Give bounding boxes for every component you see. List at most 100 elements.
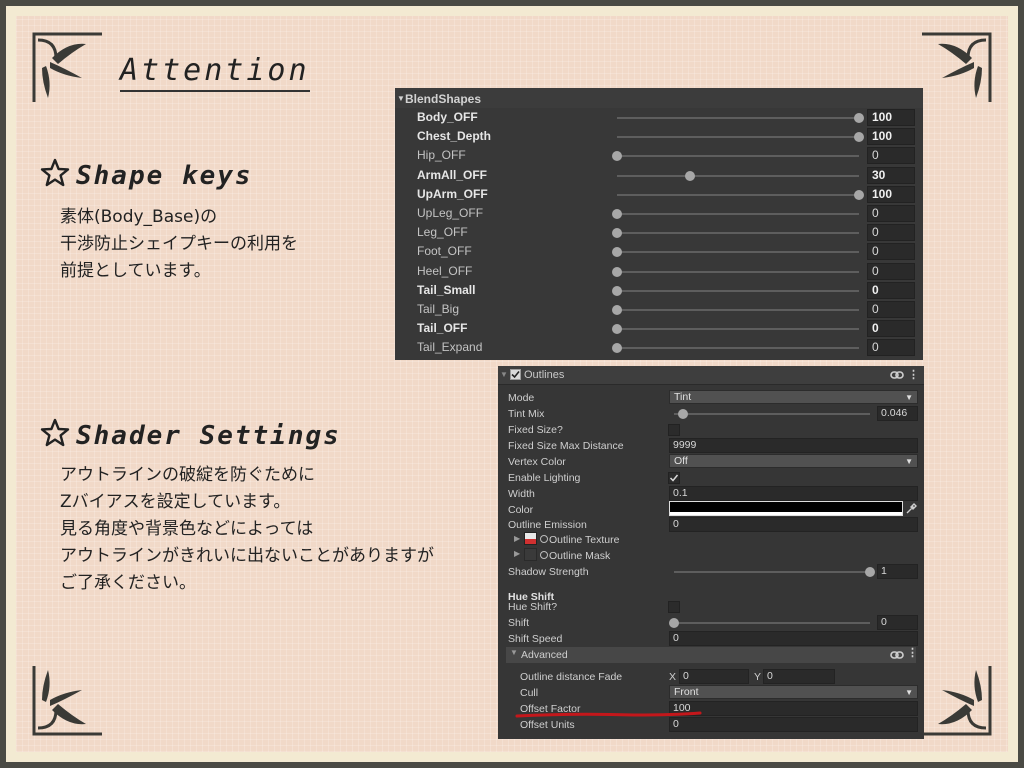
tint-mix-field[interactable]: 0.046 bbox=[877, 406, 918, 421]
tint-mix-slider-track[interactable] bbox=[674, 413, 870, 415]
blendshape-value-field[interactable]: 100 bbox=[867, 185, 915, 203]
blendshape-slider-handle[interactable] bbox=[612, 228, 622, 239]
mask-target-icon[interactable] bbox=[540, 551, 548, 559]
offset-units-field[interactable]: 0 bbox=[669, 717, 918, 732]
link-icon[interactable] bbox=[890, 650, 904, 660]
fixed-size-max-field[interactable]: 9999 bbox=[669, 438, 918, 453]
blendshape-value-field[interactable]: 0 bbox=[867, 262, 915, 280]
blendshape-slider-handle[interactable] bbox=[612, 324, 622, 335]
blendshape-slider-track[interactable] bbox=[617, 270, 859, 273]
shift-field[interactable]: 0 bbox=[877, 615, 918, 630]
blendshape-value-field[interactable]: 0 bbox=[867, 301, 915, 318]
shadow-strength-slider-handle[interactable] bbox=[865, 567, 875, 577]
blendshape-value-field[interactable]: 0 bbox=[867, 339, 915, 357]
color-swatch[interactable] bbox=[669, 501, 903, 516]
blendshape-slider-handle[interactable] bbox=[854, 189, 864, 200]
blendshape-row: Foot_OFF 0 bbox=[395, 242, 923, 261]
blendshape-slider-handle[interactable] bbox=[612, 247, 622, 258]
advanced-header[interactable]: ▼ Advanced ⋮ bbox=[506, 646, 918, 663]
blendshape-slider-handle[interactable] bbox=[684, 170, 695, 181]
fade-x-field[interactable]: 0 bbox=[679, 669, 749, 684]
blendshape-value: 0 bbox=[872, 206, 879, 220]
outline-emission-label: Outline Emission bbox=[508, 519, 587, 531]
blendshape-value-field[interactable]: 100 bbox=[867, 109, 915, 126]
width-field[interactable]: 0.1 bbox=[669, 486, 918, 501]
blendshape-value-field[interactable]: 0 bbox=[867, 147, 915, 165]
blendshape-value-field[interactable]: 0 bbox=[867, 243, 915, 261]
blendshape-slider-track[interactable] bbox=[617, 347, 859, 350]
shift-slider-handle[interactable] bbox=[669, 618, 679, 628]
offset-factor-field[interactable]: 100 bbox=[669, 701, 918, 716]
shape-keys-heading-text: Shape keys bbox=[76, 161, 253, 191]
blendshape-slider-track[interactable] bbox=[617, 155, 859, 158]
blendshape-slider-track[interactable] bbox=[617, 328, 859, 331]
outlines-enabled-checkbox[interactable] bbox=[510, 369, 521, 380]
fade-x-label: X bbox=[669, 671, 677, 683]
texture-target-icon[interactable] bbox=[540, 535, 548, 543]
blendshape-label: Tail_Big bbox=[417, 302, 460, 316]
blendshape-slider-track[interactable] bbox=[617, 213, 859, 215]
blendshape-slider-track[interactable] bbox=[617, 232, 859, 235]
corner-ornament-bottom-left bbox=[32, 666, 102, 736]
mode-dropdown[interactable]: Tint ▼ bbox=[669, 390, 918, 404]
blendshape-slider-handle[interactable] bbox=[612, 343, 622, 354]
cull-label: Cull bbox=[520, 687, 539, 699]
blendshape-slider-handle[interactable] bbox=[612, 305, 622, 315]
blendshape-slider-track[interactable] bbox=[617, 117, 859, 119]
blendshape-value-field[interactable]: 0 bbox=[867, 320, 915, 338]
cull-dropdown[interactable]: Front ▼ bbox=[669, 685, 918, 699]
foldout-arrow-icon[interactable]: ▶ bbox=[514, 534, 520, 543]
blendshape-slider-track[interactable] bbox=[617, 251, 859, 254]
shift-speed-field[interactable]: 0 bbox=[669, 631, 918, 646]
blendshape-value-field[interactable]: 100 bbox=[867, 128, 915, 146]
blendshape-slider-track[interactable] bbox=[617, 289, 859, 292]
blendshape-slider-track[interactable] bbox=[617, 174, 859, 177]
blendshape-slider-handle[interactable] bbox=[612, 151, 622, 162]
blendshape-value: 0 bbox=[872, 321, 879, 336]
blendshape-value-field[interactable]: 0 bbox=[867, 224, 915, 242]
blendshape-slider-handle[interactable] bbox=[612, 209, 622, 219]
blendshape-label: UpLeg_OFF bbox=[417, 206, 484, 220]
dropdown-arrow-icon: ▼ bbox=[905, 393, 913, 402]
vertex-color-label: Vertex Color bbox=[508, 456, 566, 468]
vertex-color-value: Off bbox=[674, 455, 688, 467]
texture-thumbnail-icon[interactable] bbox=[524, 532, 537, 545]
link-icon[interactable] bbox=[890, 370, 904, 380]
blendshape-value-field[interactable]: 0 bbox=[867, 281, 915, 299]
text-line: アウトラインの破綻を防ぐために bbox=[60, 465, 315, 485]
tint-mix-slider-handle[interactable] bbox=[678, 409, 689, 419]
offset-units-label: Offset Units bbox=[520, 719, 575, 731]
blendshape-slider-handle[interactable] bbox=[612, 266, 622, 277]
shadow-strength-slider-track[interactable] bbox=[674, 571, 870, 573]
enable-lighting-checkbox[interactable] bbox=[668, 472, 680, 484]
foldout-arrow-icon[interactable]: ▶ bbox=[514, 549, 520, 558]
outlines-header[interactable]: ▼ Outlines ⋮ bbox=[498, 366, 924, 385]
blendshape-value-field[interactable]: 0 bbox=[867, 205, 915, 222]
fixed-size-checkbox[interactable] bbox=[668, 424, 680, 436]
blendshape-label: Tail_OFF bbox=[417, 321, 468, 336]
fade-y-field[interactable]: 0 bbox=[763, 669, 835, 684]
blendshape-slider-handle[interactable] bbox=[612, 285, 622, 296]
blendshapes-header[interactable]: ▼ BlendShapes bbox=[395, 88, 923, 108]
shadow-strength-field[interactable]: 1 bbox=[877, 564, 918, 579]
more-options-icon[interactable]: ⋮ bbox=[908, 366, 919, 384]
blendshape-value-field[interactable]: 30 bbox=[867, 166, 915, 184]
blendshape-slider-track[interactable] bbox=[617, 309, 859, 311]
corner-ornament-top-right bbox=[922, 32, 992, 102]
shape-keys-description: 素体(Body_Base)の 干渉防止シェイプキーの利用を 前提としています。 bbox=[60, 204, 298, 285]
blendshape-slider-handle[interactable] bbox=[854, 132, 864, 143]
outline-texture-label: Outline Texture bbox=[549, 534, 620, 546]
more-options-icon[interactable]: ⋮ bbox=[907, 646, 918, 659]
foldout-arrow-icon: ▼ bbox=[397, 94, 405, 103]
outline-emission-field[interactable]: 0 bbox=[669, 517, 918, 532]
blendshape-slider-handle[interactable] bbox=[854, 113, 864, 123]
width-value: 0.1 bbox=[673, 487, 688, 499]
hue-shift-checkbox[interactable] bbox=[668, 601, 680, 613]
text-line: 見る角度や背景色などによっては bbox=[60, 519, 314, 539]
vertex-color-dropdown[interactable]: Off ▼ bbox=[669, 454, 918, 468]
blendshape-slider-track[interactable] bbox=[617, 193, 859, 196]
blendshape-slider-track[interactable] bbox=[617, 136, 859, 139]
eyedropper-icon[interactable] bbox=[906, 503, 917, 514]
mask-thumbnail-icon[interactable] bbox=[524, 548, 537, 561]
shift-slider-track[interactable] bbox=[674, 622, 870, 624]
